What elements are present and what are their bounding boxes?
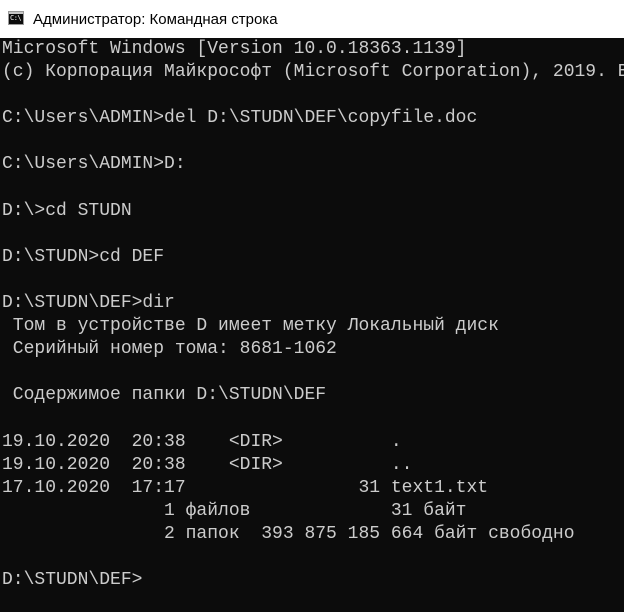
console-line: Серийный номер тома: 8681-1062 <box>2 339 337 360</box>
console-line: 1 файлов 31 байт <box>2 500 467 521</box>
console-line: 19.10.2020 20:38 <DIR> .. <box>2 454 413 475</box>
title-bar[interactable]: C:\ Администратор: Командная строка <box>0 0 624 38</box>
console-line: Содержимое папки D:\STUDN\DEF <box>2 385 327 406</box>
console-output[interactable]: Microsoft Windows [Version 10.0.18363.11… <box>2 38 624 612</box>
console-line: C:\Users\ADMIN>D: <box>2 154 186 175</box>
console-line: 17.10.2020 17:17 31 text1.txt <box>2 477 489 498</box>
cmd-icon: C:\ <box>8 11 24 25</box>
console-line: D:\STUDN>cd DEF <box>2 246 165 267</box>
console-line: D:\>cd STUDN <box>2 200 132 221</box>
console-line: (c) Корпорация Майкрософт (Microsoft Cor… <box>2 62 624 83</box>
console-line: D:\STUDN\DEF>dir <box>2 293 175 314</box>
window-title: Администратор: Командная строка <box>33 10 278 28</box>
console-line: Том в устройстве D имеет метку Локальный… <box>2 316 499 337</box>
console-line: Microsoft Windows [Version 10.0.18363.11… <box>2 39 467 59</box>
console-prompt[interactable]: D:\STUDN\DEF> <box>2 569 624 592</box>
cmd-icon-glyph: C:\ <box>10 14 22 22</box>
console-line: 19.10.2020 20:38 <DIR> . <box>2 431 402 452</box>
command-prompt-window: C:\ Администратор: Командная строка Micr… <box>0 0 624 612</box>
console-line: 2 папок 393 875 185 664 байт свободно <box>2 523 575 544</box>
console-line: C:\Users\ADMIN>del D:\STUDN\DEF\copyfile… <box>2 108 478 129</box>
